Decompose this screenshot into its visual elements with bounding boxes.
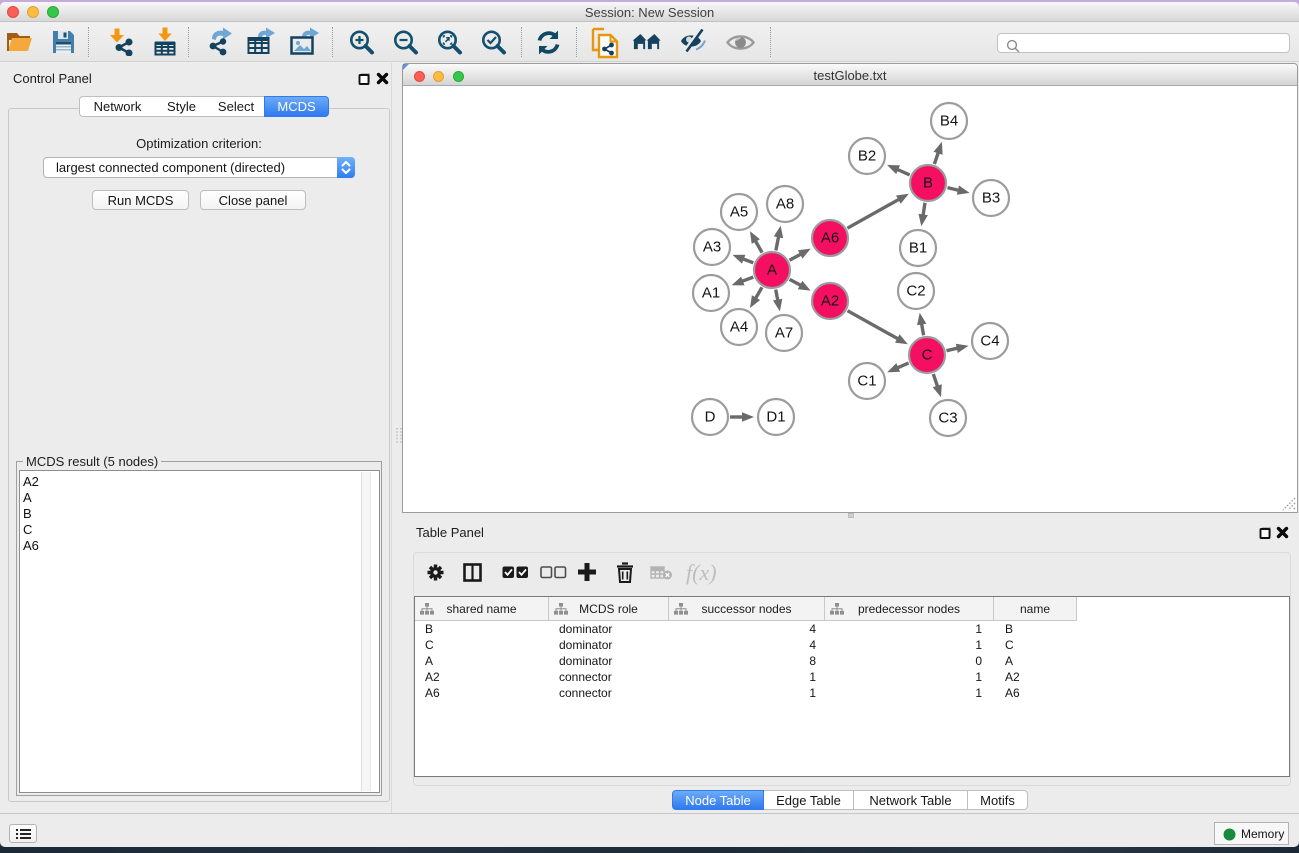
svg-text:A5: A5 [730,204,748,221]
svg-text:B2: B2 [858,148,876,165]
svg-text:A2: A2 [821,293,839,310]
svg-text:D1: D1 [766,409,785,426]
svg-text:B4: B4 [940,113,958,130]
svg-text:A3: A3 [703,239,721,256]
svg-text:A4: A4 [730,319,748,336]
svg-text:B3: B3 [982,190,1000,207]
svg-text:C3: C3 [938,410,957,427]
svg-text:A: A [767,262,777,279]
svg-text:D: D [705,409,716,426]
svg-text:C: C [922,347,933,364]
svg-text:A6: A6 [821,230,839,247]
svg-text:C1: C1 [857,373,876,390]
svg-text:C4: C4 [980,333,999,350]
svg-text:B1: B1 [909,240,927,257]
svg-text:B: B [923,175,933,192]
svg-text:A8: A8 [776,196,794,213]
svg-text:A7: A7 [775,325,793,342]
svg-text:C2: C2 [906,283,925,300]
svg-text:A1: A1 [702,285,720,302]
